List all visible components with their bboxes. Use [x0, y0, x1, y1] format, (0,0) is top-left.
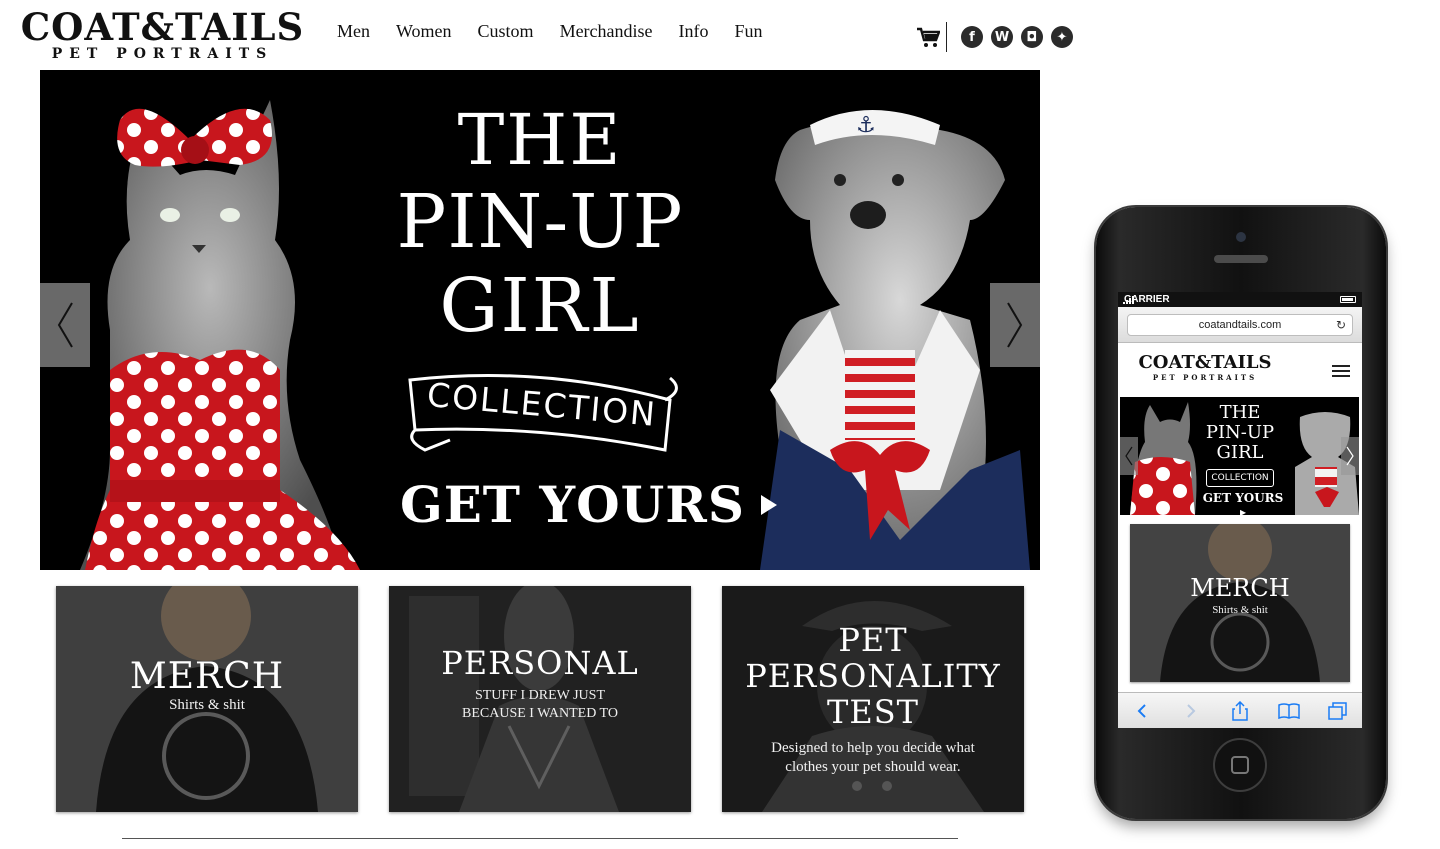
card-title-line: TEST: [827, 693, 919, 731]
home-square-icon: [1231, 756, 1249, 774]
speaker-grille: [1214, 255, 1268, 263]
mobile-merch-photo: [1130, 524, 1350, 682]
mobile-header: COAT&TAILS PET PORTRAITS: [1118, 343, 1362, 397]
bookmarks-icon[interactable]: [1278, 701, 1300, 721]
mobile-hero-slider[interactable]: THE PIN-UP GIRL COLLECTION GET YOURS ▸: [1120, 397, 1359, 515]
url-text: coatandtails.com: [1198, 318, 1282, 331]
camera-icon: [1236, 232, 1246, 242]
mobile-logo[interactable]: COAT&TAILS PET PORTRAITS: [1132, 352, 1278, 383]
wordpress-icon[interactable]: W: [991, 26, 1013, 48]
hero-title-line: PIN-UP: [396, 179, 684, 265]
hamburger-menu-icon[interactable]: [1332, 365, 1350, 377]
mobile-hero-title-line: PIN-UP: [1205, 422, 1275, 443]
chevron-right-icon: [1007, 302, 1023, 348]
mobile-hero-title-line: THE: [1219, 402, 1261, 423]
phone-screen: CARRIER coatandtails.com ↻ COAT&TAILS PE…: [1118, 292, 1362, 728]
logo-title: COAT&TAILS: [20, 5, 305, 49]
nav-item-women[interactable]: Women: [396, 21, 452, 42]
card-subtitle: BECAUSE I WANTED TO: [462, 706, 618, 721]
nav-item-fun[interactable]: Fun: [735, 21, 763, 42]
nav-item-men[interactable]: Men: [337, 21, 370, 42]
divider: [946, 22, 947, 52]
reload-icon[interactable]: ↻: [1336, 318, 1346, 332]
mobile-card-title: MERCH: [1190, 574, 1290, 602]
cart-icon[interactable]: [916, 26, 940, 48]
chevron-right-icon: [1346, 446, 1354, 466]
social-links: f W ◘ ✦: [916, 22, 1073, 52]
instagram-icon[interactable]: ◘: [1021, 26, 1043, 48]
url-bar[interactable]: coatandtails.com ↻: [1127, 313, 1353, 336]
chevron-left-icon: [57, 302, 73, 348]
hero-slider[interactable]: ⚓ THE PIN-UP GIRL COLLECTION GET YOURS: [40, 70, 1040, 570]
hero-title-line: THE: [457, 99, 623, 181]
logo-subtitle: PET PORTRAITS: [51, 46, 274, 62]
card-subtitle: clothes your pet should wear.: [785, 759, 961, 775]
home-button[interactable]: [1213, 738, 1267, 792]
forward-icon[interactable]: [1180, 701, 1202, 721]
mobile-card-subtitle: Shirts & shit: [1212, 604, 1268, 616]
get-yours-button[interactable]: GET YOURS: [400, 475, 777, 534]
facebook-icon[interactable]: f: [961, 26, 983, 48]
nav-item-info[interactable]: Info: [679, 21, 709, 42]
signal-icon: [1123, 296, 1134, 304]
safari-toolbar: [1118, 692, 1362, 728]
hero-title-line: GIRL: [439, 263, 641, 349]
chevron-left-icon: [1125, 446, 1133, 466]
card-subtitle: STUFF I DREW JUST: [474, 688, 606, 703]
play-arrow-icon: [760, 494, 777, 515]
mobile-slider-next[interactable]: [1341, 437, 1359, 475]
divider: [122, 838, 958, 839]
card-subtitle: Designed to help you decide what: [771, 740, 975, 756]
mobile-slider-prev[interactable]: [1120, 437, 1138, 475]
status-bar: CARRIER: [1118, 292, 1362, 307]
card-title-line: PET: [838, 621, 908, 659]
mobile-logo-title: COAT&TAILS: [1138, 352, 1272, 373]
mobile-hero-banner: COLLECTION: [1206, 469, 1274, 487]
browser-chrome: coatandtails.com ↻: [1118, 307, 1362, 343]
mobile-hero-title: THE PIN-UP GIRL: [1190, 403, 1290, 463]
mobile-get-yours-button[interactable]: GET YOURS ▸: [1198, 491, 1288, 515]
back-icon[interactable]: [1131, 701, 1153, 721]
site-logo[interactable]: COAT&TAILS PET PORTRAITS: [10, 8, 315, 62]
nav-item-custom[interactable]: Custom: [478, 21, 534, 42]
merch-card[interactable]: MERCH Shirts & shit: [56, 586, 358, 812]
mobile-logo-subtitle: PET PORTRAITS: [1152, 373, 1258, 382]
card-subtitle: Shirts & shit: [169, 697, 245, 713]
slider-prev-button[interactable]: [40, 283, 90, 367]
share-icon[interactable]: [1229, 700, 1251, 721]
tabs-icon[interactable]: [1327, 701, 1349, 721]
hero-title: THE PIN-UP GIRL: [390, 100, 690, 348]
slider-next-button[interactable]: [990, 283, 1040, 367]
mobile-hero-title-line: GIRL: [1216, 442, 1264, 463]
nav-item-merchandise[interactable]: Merchandise: [560, 21, 653, 42]
card-title: MERCH: [129, 656, 285, 697]
personal-card[interactable]: PERSONAL STUFF I DREW JUST BECAUSE I WAN…: [389, 586, 691, 812]
battery-icon: [1340, 296, 1356, 303]
main-nav: Men Women Custom Merchandise Info Fun: [337, 21, 763, 42]
pet-personality-test-card[interactable]: PET PERSONALITY TEST Designed to help yo…: [722, 586, 1024, 812]
mobile-merch-card[interactable]: MERCH Shirts & shit: [1130, 524, 1350, 682]
cta-label: GET YOURS: [400, 475, 745, 534]
svg-text:⚓: ⚓: [856, 113, 876, 138]
card-title: PERSONAL: [441, 644, 639, 682]
card-title-line: PERSONALITY: [745, 657, 1001, 695]
twitter-icon[interactable]: ✦: [1051, 26, 1073, 48]
